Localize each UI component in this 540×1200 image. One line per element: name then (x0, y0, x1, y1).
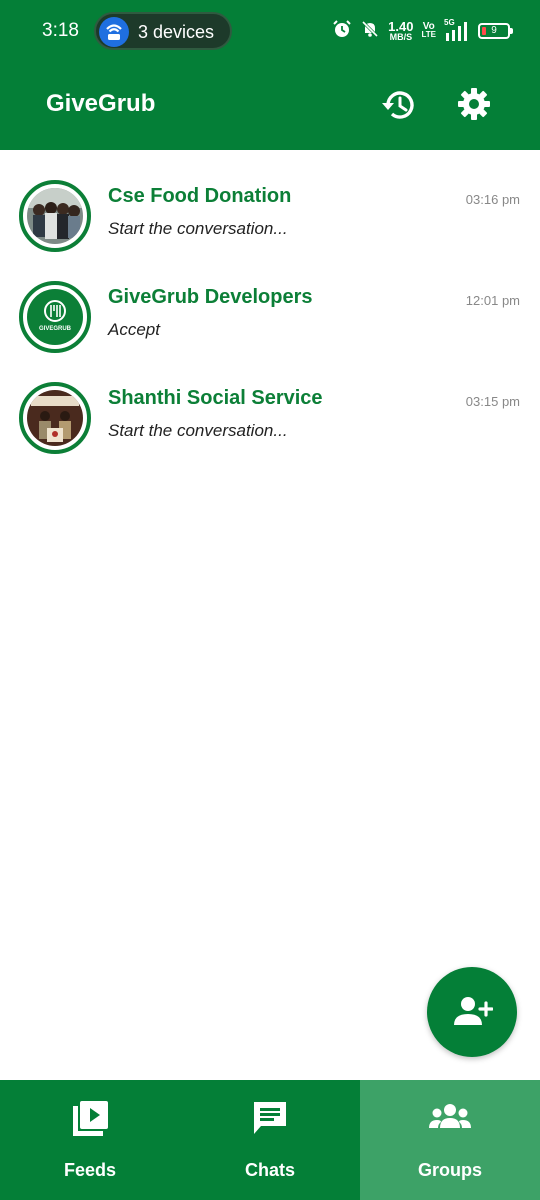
nav-groups-label: Groups (417, 1160, 482, 1180)
hotspot-label: 3 devices (138, 22, 215, 42)
alarm-icon (332, 19, 352, 44)
speed-unit: MB/S (389, 32, 413, 42)
mute-icon (360, 19, 380, 44)
hotspot-pill[interactable]: 3 devices (94, 12, 232, 50)
signal-icon: 5G (444, 18, 470, 42)
app-title: GiveGrub (46, 90, 156, 117)
status-icons: 1.40 MB/S Vo LTE 5G 9 (332, 18, 513, 44)
group-name: Shanthi Social Service (108, 387, 323, 409)
group-avatar (19, 382, 91, 454)
group-row-cse-food-donation[interactable]: Cse Food Donation Start the conversation… (0, 150, 540, 252)
status-bar: 3:18 3 devices 1.40 MB/S Vo LTE 5G 9 (0, 0, 540, 62)
volte-indicator: Vo LTE (421, 22, 436, 39)
network-type: 5G (444, 18, 455, 27)
group-avatar (19, 180, 91, 252)
group-last-message: Start the conversation... (108, 421, 288, 440)
battery-indicator: 9 (478, 23, 513, 39)
group-name: GiveGrub Developers (108, 286, 313, 308)
nav-chats-label: Chats (244, 1160, 295, 1180)
group-photo (27, 188, 83, 244)
group-name: Cse Food Donation (108, 185, 292, 207)
hotspot-icon (99, 17, 129, 47)
givegrub-logo: GIVEGRUB (27, 289, 83, 345)
group-time: 12:01 pm (465, 293, 520, 308)
chat-icon (251, 1100, 289, 1143)
gear-icon[interactable] (456, 86, 492, 122)
add-person-icon (454, 997, 493, 1025)
add-group-member-button[interactable] (427, 967, 517, 1057)
group-avatar: GIVEGRUB (19, 281, 91, 353)
group-time: 03:15 pm (465, 394, 520, 409)
bottom-nav: Feeds Chats Groups (0, 1080, 540, 1200)
nav-groups[interactable]: Groups (360, 1080, 540, 1200)
logo-text: GIVEGRUB (38, 326, 71, 332)
group-list: Cse Food Donation Start the conversation… (0, 150, 540, 454)
history-icon[interactable] (380, 86, 418, 124)
group-last-message: Start the conversation... (108, 219, 288, 238)
app-bar: GiveGrub (0, 62, 540, 150)
group-last-message: Accept (108, 320, 160, 339)
volte-bottom: LTE (421, 30, 436, 39)
nav-feeds[interactable]: Feeds (0, 1080, 180, 1200)
status-time: 3:18 (42, 20, 79, 41)
group-time: 03:16 pm (465, 192, 520, 207)
groups-icon (428, 1100, 472, 1139)
group-photo (27, 390, 83, 446)
nav-chats[interactable]: Chats (180, 1080, 360, 1200)
group-row-givegrub-developers[interactable]: GIVEGRUB GiveGrub Developers Accept 12:0… (0, 251, 540, 353)
network-speed: 1.40 MB/S (388, 20, 413, 42)
group-row-shanthi-social-service[interactable]: Shanthi Social Service Start the convers… (0, 352, 540, 454)
video-library-icon (71, 1100, 109, 1143)
nav-feeds-label: Feeds (63, 1160, 117, 1180)
